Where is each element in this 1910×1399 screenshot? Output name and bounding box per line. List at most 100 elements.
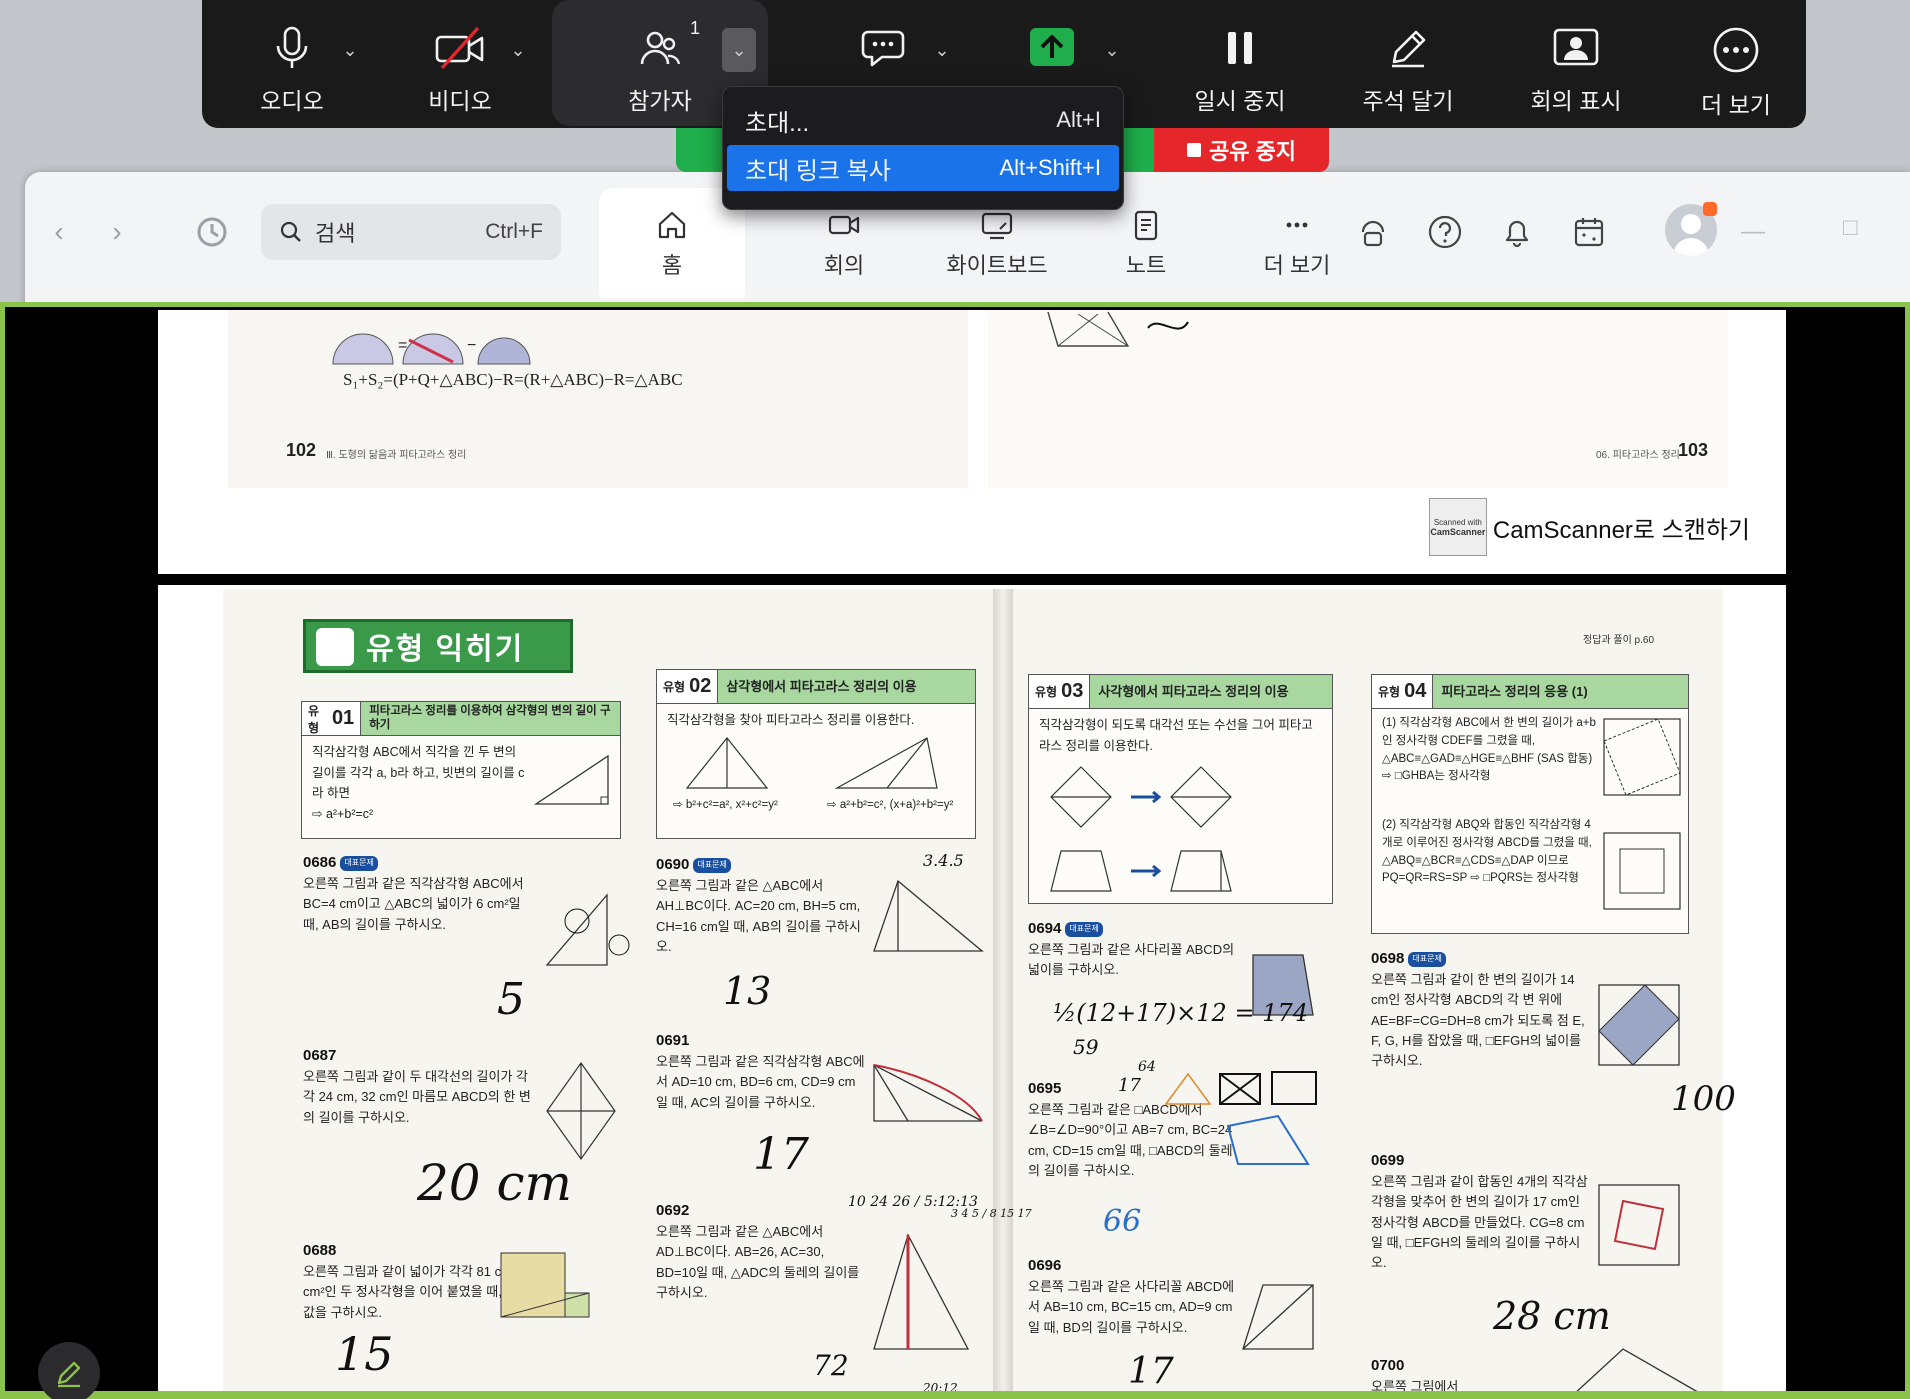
type-01-body: 직각삼각형 ABC에서 직각을 낀 두 변의 길이를 각각 a, b라 하고, … bbox=[312, 745, 525, 821]
sharing-status-bar-left[interactable] bbox=[676, 128, 726, 172]
audio-button[interactable]: 오디오 bbox=[242, 0, 342, 128]
type-02-formula-2: ⇨ a²+b²=c², (x+a)²+b²=y² bbox=[827, 799, 954, 811]
handwriting-0695: 17 bbox=[1118, 1075, 1141, 1096]
type-02-tag: 유형 02 bbox=[657, 670, 719, 703]
sharing-status-bar-mid[interactable] bbox=[1120, 128, 1154, 172]
tab-home-label: 홈 bbox=[661, 253, 683, 278]
bell-icon[interactable] bbox=[1497, 212, 1537, 252]
problem-0692-diagram bbox=[873, 1233, 970, 1350]
problem-0696: 0696 오른쪽 그림과 같은 사다리꼴 ABCD에서 AB=10 cm, BC… bbox=[1028, 1257, 1235, 1335]
section-banner-title: 유형 익히기 bbox=[366, 633, 525, 666]
triangle-fragment bbox=[1047, 311, 1189, 347]
video-camera-icon bbox=[828, 215, 860, 235]
whiteboard-icon bbox=[981, 212, 1013, 240]
answer-0698: 100 bbox=[1671, 1079, 1736, 1119]
stop-share-button[interactable]: 공유 중지 bbox=[1154, 128, 1329, 172]
camscanner-logo-line2: CamScanner bbox=[1430, 526, 1486, 537]
answer-0695: 66 bbox=[1103, 1204, 1142, 1239]
participants-label: 참가자 bbox=[628, 88, 692, 114]
type-01-header: 유형 01 피타고라스 정리를 이용하여 삼각형의 변의 길이 구하기 bbox=[302, 702, 620, 736]
answer-0690: 13 bbox=[723, 969, 772, 1013]
section-banner: 유형 익히기 bbox=[303, 619, 573, 673]
camscanner-logo: Scanned with CamScanner bbox=[1428, 498, 1487, 556]
answer-0686: 5 bbox=[497, 974, 525, 1025]
handwriting-0694: 59 bbox=[1073, 1035, 1099, 1059]
pause-label: 일시 중지 bbox=[1194, 88, 1286, 114]
share-screen-icon bbox=[1030, 28, 1074, 66]
show-meeting-button[interactable]: 회의 표시 bbox=[1496, 0, 1656, 128]
chat-icon bbox=[861, 30, 905, 67]
semicircle-diagram: = − bbox=[332, 333, 531, 365]
tab-more-label: 더 보기 bbox=[1263, 253, 1331, 278]
problem-0691: 0691 오른쪽 그림과 같은 직각삼각형 ABC에서 AD=10 cm, BD… bbox=[656, 1032, 865, 1110]
problem-0699-diagram bbox=[1598, 1184, 1680, 1266]
type-03-box: 유형 03 사각형에서 피타고라스 정리의 이용 직각삼각형이 되도록 대각선 또… bbox=[1028, 674, 1333, 904]
menu-item-invite[interactable]: 초대... Alt+I bbox=[727, 97, 1119, 143]
maximize-button[interactable]: □ bbox=[1843, 214, 1858, 242]
problem-0698: 0698 대표문제 오른쪽 그림과 같이 한 변의 길이가 14 cm인 정사각형… bbox=[1371, 950, 1585, 1068]
notes-icon bbox=[1134, 210, 1158, 241]
menu-item-invite-label: 초대... bbox=[745, 109, 810, 137]
minimize-button[interactable]: — bbox=[1741, 218, 1765, 246]
left-page-title: Ⅲ. 도형의 닮음과 피타고라스 정리 bbox=[326, 450, 467, 461]
type-04-header: 유형 04 피타고라스 정리의 응용 (1) bbox=[1372, 675, 1688, 709]
camscanner-watermark: Scanned with CamScanner CamScanner로 스캔하기 bbox=[1428, 498, 1750, 556]
handwriting-0690: 3.4.5 bbox=[923, 851, 964, 870]
textbook-spread: 유형 익히기 정답과 풀이 p.60 유형 01 피타고라스 정리를 이용하여 삼… bbox=[223, 589, 1736, 1399]
book-left-page: = − S₁+S₂=(P+Q+△ABC)−R=(R+△ABC)−R=△ABC 1… bbox=[228, 310, 968, 488]
type-04-body-1: (1) 직각삼각형 ABC에서 한 변의 길이가 a+b인 정사각형 CDEF를… bbox=[1382, 717, 1596, 783]
answer-0699: 28 cm bbox=[1493, 1294, 1611, 1338]
book-right-page: 06. 피타고라스 정리 103 bbox=[988, 310, 1728, 488]
pause-icon bbox=[1228, 32, 1252, 64]
type-01-title: 피타고라스 정리를 이용하여 삼각형의 변의 길이 구하기 bbox=[369, 704, 611, 731]
calendar-icon[interactable] bbox=[1569, 212, 1609, 252]
stop-square-icon bbox=[1186, 143, 1201, 157]
type-03-tag: 유형 03 bbox=[1029, 675, 1091, 708]
participants-options-chevron[interactable]: ⌄ bbox=[722, 28, 756, 72]
microphone-icon bbox=[276, 26, 308, 68]
video-button[interactable]: 비디오 bbox=[410, 0, 510, 128]
meeting-window-icon bbox=[1553, 28, 1599, 66]
search-shortcut: Ctrl+F bbox=[485, 220, 543, 243]
more-button[interactable]: 더 보기 bbox=[1666, 0, 1806, 128]
camscanner-logo-line1: Scanned with bbox=[1433, 517, 1482, 527]
handwriting-0695-2: 64 bbox=[1138, 1059, 1156, 1075]
floating-annotate-button[interactable] bbox=[38, 1342, 100, 1399]
participants-icon bbox=[640, 31, 681, 65]
problem-0696-diagram bbox=[1242, 1284, 1314, 1350]
shared-screen-frame-bottom bbox=[0, 1391, 1910, 1399]
menu-item-copy-invite-link[interactable]: 초대 링크 복사 Alt+Shift+I bbox=[727, 145, 1119, 191]
svg-text:=: = bbox=[398, 337, 407, 354]
answer-0694: ½(12+17)×12 = 174 bbox=[1053, 999, 1308, 1027]
type-04-box: 유형 04 피타고라스 정리의 응용 (1) (1) 직각삼각형 ABC에서 한 … bbox=[1371, 674, 1689, 934]
problem-0698-diagram bbox=[1598, 984, 1680, 1066]
pencil-icon bbox=[1392, 30, 1426, 68]
contacts-hub-icon[interactable] bbox=[1353, 212, 1393, 252]
chat-options-chevron[interactable]: ⌄ bbox=[928, 36, 956, 64]
more-label: 더 보기 bbox=[1701, 92, 1771, 118]
forward-arrow-icon[interactable]: › bbox=[97, 212, 137, 252]
help-icon[interactable] bbox=[1425, 212, 1465, 252]
type-03-header: 유형 03 사각형에서 피타고라스 정리의 이용 bbox=[1029, 675, 1332, 709]
menu-item-copy-invite-link-label: 초대 링크 복사 bbox=[745, 157, 891, 185]
handwriting-0692-right: 3 4 5 / 8 15 17 bbox=[951, 1207, 1032, 1220]
share-options-chevron[interactable]: ⌄ bbox=[1098, 36, 1126, 64]
menu-item-invite-shortcut: Alt+I bbox=[1056, 107, 1101, 132]
problem-0694: 0694 대표문제 오른쪽 그림과 같은 사다리꼴 ABCD의 넓이를 구하시오. bbox=[1028, 920, 1235, 978]
search-input[interactable]: 검색 Ctrl+F bbox=[261, 204, 561, 260]
annotate-button[interactable]: 주석 달기 bbox=[1328, 0, 1488, 128]
pause-share-button[interactable]: 일시 중지 bbox=[1170, 0, 1310, 128]
problem-0686-diagram bbox=[545, 893, 630, 966]
video-options-chevron[interactable]: ⌄ bbox=[504, 36, 532, 64]
audio-label: 오디오 bbox=[260, 88, 324, 114]
type-04-body-2: (2) 직각삼각형 ABQ와 합동인 직각삼각형 4개로 이루어진 정사각형 A… bbox=[1382, 819, 1592, 885]
audio-options-chevron[interactable]: ⌄ bbox=[336, 36, 364, 64]
type-01-box: 유형 01 피타고라스 정리를 이용하여 삼각형의 변의 길이 구하기 직각삼각형… bbox=[301, 701, 621, 839]
problem-0695-diagram bbox=[1164, 1071, 1317, 1165]
more-icon bbox=[1713, 27, 1759, 73]
back-arrow-icon[interactable]: ‹ bbox=[39, 212, 79, 252]
history-icon[interactable] bbox=[190, 210, 234, 254]
home-icon bbox=[658, 211, 686, 239]
tab-more[interactable]: 더 보기 bbox=[1221, 188, 1373, 298]
menu-item-copy-invite-link-shortcut: Alt+Shift+I bbox=[999, 155, 1101, 180]
